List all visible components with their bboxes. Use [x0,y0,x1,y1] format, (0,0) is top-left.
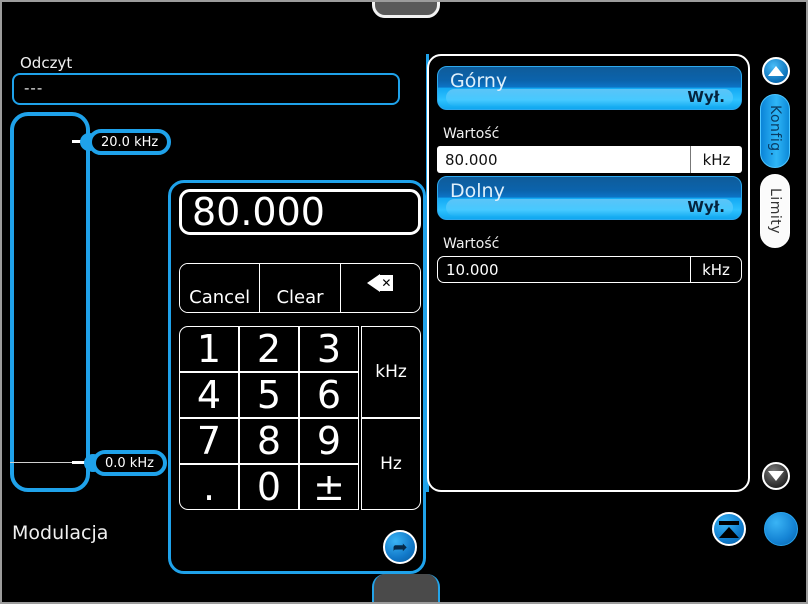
tab-limity-label: Limity [767,188,783,234]
scroll-up-button[interactable] [762,57,790,85]
bottom-edge-tab[interactable] [372,574,440,602]
modulation-caption: Modulacja [12,522,109,544]
triangle-up-icon [768,66,784,76]
tab-konfig-label: Konfig. [767,105,783,157]
numeric-keypad-panel: 80.000 Cancel Clear ✕ 1 2 3 4 5 6 7 8 9. 0 ± kHz Hz [168,180,426,574]
keypad-key-8[interactable]: 8 [239,418,299,464]
upper-value-input[interactable]: 80.000 [437,146,690,173]
upper-limit-name: Górny [450,70,508,92]
scroll-down-button[interactable] [762,462,790,490]
keypad-key-6[interactable]: 6 [299,372,359,418]
slider-bottom-guide-line [10,462,76,463]
enter-return-icon: ➦ [392,536,408,558]
enter-button[interactable]: ➦ [383,530,417,564]
keypad-key-plusminus[interactable]: ± [299,464,359,510]
keypad-key-7[interactable]: 7 [179,418,239,464]
slider-bottom-handle-label[interactable]: 0.0 kHz [92,450,167,476]
upper-value-label: Wartość [443,126,500,142]
modulation-slider-track[interactable] [10,112,90,492]
tab-konfig[interactable]: Konfig. [760,94,790,168]
slider-top-handle-label[interactable]: 20.0 kHz [88,129,172,155]
entry-value-display[interactable]: 80.000 [179,189,421,235]
home-eject-bar-icon [719,520,739,525]
upper-value-unit[interactable]: kHz [690,146,742,173]
lower-value-input[interactable]: 10.000 [437,256,690,283]
lower-limit-toggle[interactable]: Dolny Wył. [437,176,742,220]
keypad-digit-grid: 1 2 3 4 5 6 7 8 9. 0 ± kHz Hz [179,326,421,513]
keypad-key-0[interactable]: 0 [239,464,299,510]
lower-limit-state: Wył. [687,198,725,216]
upper-value-row: 80.000 kHz [437,146,742,173]
tab-limity[interactable]: Limity [760,174,790,248]
keypad-unit-khz[interactable]: kHz [361,326,421,418]
readout-label: Odczyt [20,54,73,72]
readout-value: --- [24,79,44,97]
keypad-key-2[interactable]: 2 [239,326,299,372]
keypad-key-3[interactable]: 3 [299,326,359,372]
backspace-button[interactable]: ✕ [340,264,420,312]
keypad-key-dot[interactable]: . [179,464,239,510]
backspace-icon: ✕ [367,274,394,292]
lower-value-label: Wartość [443,236,500,252]
readout-field[interactable]: --- [12,73,400,105]
triangle-down-icon [768,471,784,481]
keypad-action-row: Cancel Clear ✕ [179,263,421,313]
keypad-key-1[interactable]: 1 [179,326,239,372]
keypad-key-4[interactable]: 4 [179,372,239,418]
keypad-key-9[interactable]: 9 [299,418,359,464]
lower-value-unit[interactable]: kHz [690,256,742,283]
upper-limit-state: Wył. [687,88,725,106]
entry-value-text: 80.000 [192,190,325,234]
blank-round-button[interactable] [764,512,798,546]
device-screen: Odczyt --- 20.0 kHz 0.0 kHz Modulacja 80… [0,0,808,604]
lower-value-row: 10.000 kHz [437,256,742,283]
home-eject-arrow-icon [719,526,739,538]
top-edge-tab[interactable] [372,2,440,18]
limits-panel: Górny Wył. Wartość 80.000 kHz Dolny Wył.… [427,54,750,492]
modulation-slider-range [86,141,90,463]
cancel-button[interactable]: Cancel [180,264,261,312]
lower-limit-name: Dolny [450,180,505,202]
home-button[interactable] [712,512,746,546]
clear-button[interactable]: Clear [260,264,341,312]
keypad-key-5[interactable]: 5 [239,372,299,418]
upper-limit-toggle[interactable]: Górny Wył. [437,66,742,110]
keypad-unit-hz[interactable]: Hz [361,418,421,510]
